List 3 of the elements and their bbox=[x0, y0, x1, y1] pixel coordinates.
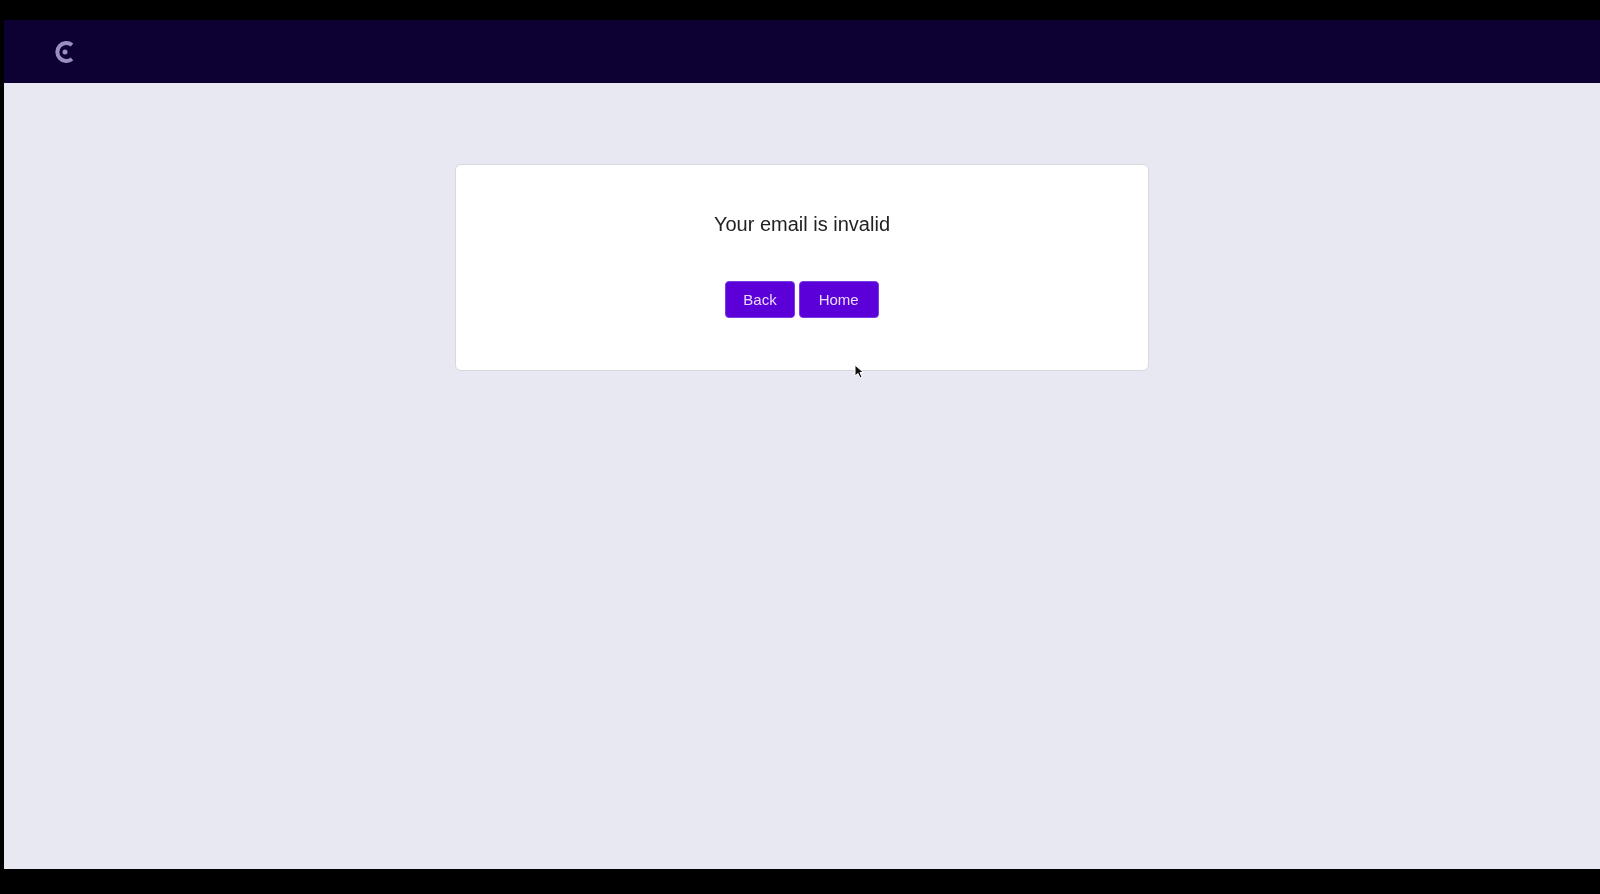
back-button[interactable]: Back bbox=[725, 281, 795, 318]
home-button[interactable]: Home bbox=[798, 281, 879, 318]
error-message: Your email is invalid bbox=[714, 213, 890, 236]
